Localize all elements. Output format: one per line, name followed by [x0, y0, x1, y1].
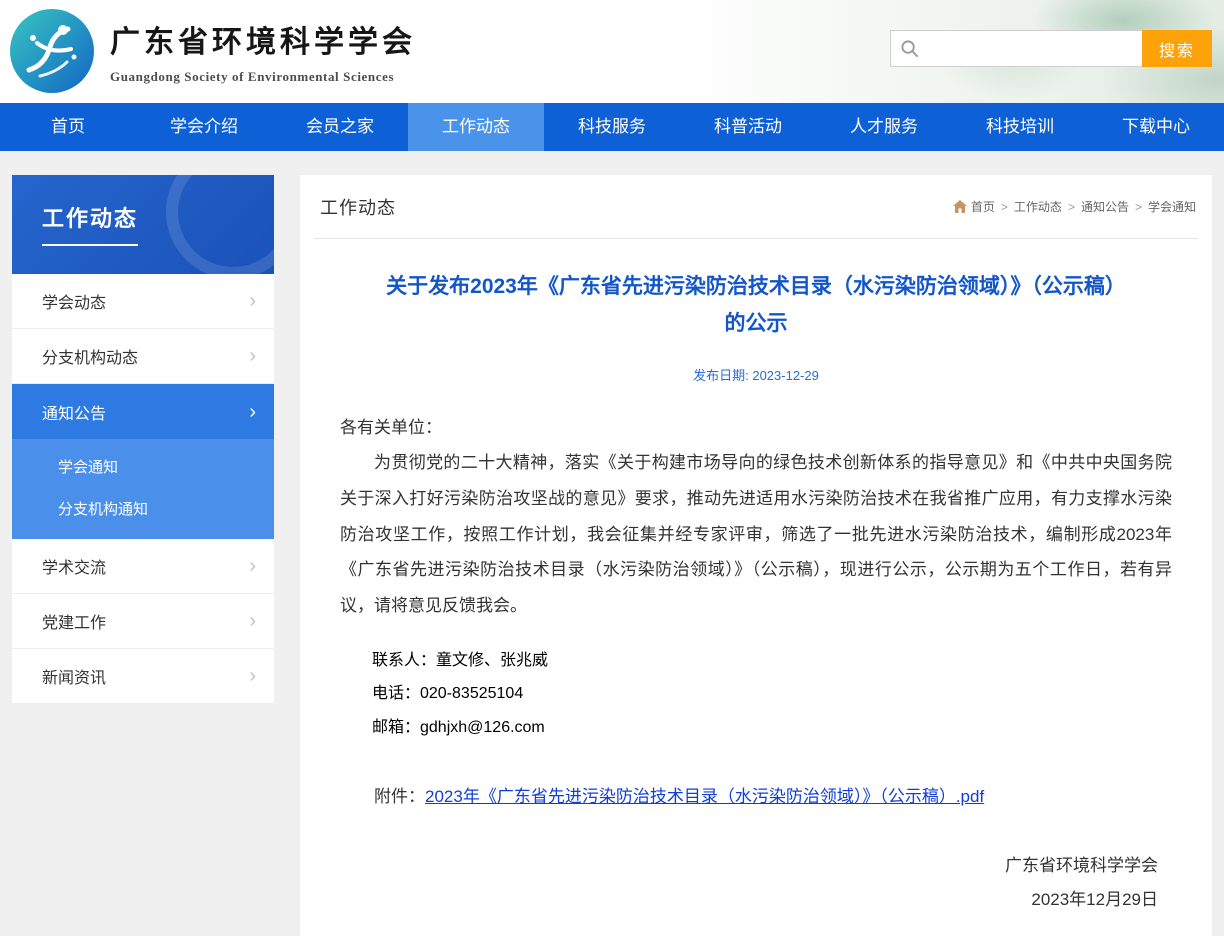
- article: 关于发布2023年《广东省先进污染防治技术目录（水污染防治领域）》（公示稿）的公…: [314, 269, 1198, 917]
- nav-item-tech-training[interactable]: 科技培训: [952, 103, 1088, 151]
- site-title: 广东省环境科学学会: [110, 17, 416, 61]
- sidebar-item-label: 学会动态: [42, 289, 106, 313]
- search-area: 搜索: [890, 30, 1212, 67]
- signature-block: 广东省环境科学学会 2023年12月29日: [340, 849, 1172, 917]
- sidebar-header: 工作动态: [12, 175, 274, 274]
- gses-logo-icon: [10, 9, 94, 93]
- chevron-right-icon: ›: [249, 402, 256, 422]
- nav-item-members[interactable]: 会员之家: [272, 103, 408, 151]
- chevron-right-icon: ›: [249, 291, 256, 311]
- nav-item-about[interactable]: 学会介绍: [136, 103, 272, 151]
- section-title: 工作动态: [320, 194, 396, 220]
- attachment-label: 附件：: [374, 787, 425, 806]
- sidebar-item-label: 新闻资讯: [42, 664, 106, 688]
- nav-item-tech-service[interactable]: 科技服务: [544, 103, 680, 151]
- sidebar-item-academic-exchange[interactable]: 学术交流 ›: [12, 539, 274, 594]
- top-nav: 首页 学会介绍 会员之家 工作动态 科技服务 科普活动 人才服务 科技培训 下载…: [0, 103, 1224, 151]
- attachment-pdf-link[interactable]: 2023年《广东省先进污染防治技术目录（水污染防治领域）》（公示稿）.pdf: [425, 787, 984, 806]
- nav-item-work-news[interactable]: 工作动态: [408, 103, 544, 151]
- nav-item-talent-service[interactable]: 人才服务: [816, 103, 952, 151]
- nav-item-downloads[interactable]: 下载中心: [1088, 103, 1224, 151]
- article-paragraph: 为贯彻党的二十大精神，落实《关于构建市场导向的绿色技术创新体系的指导意见》和《中…: [340, 445, 1172, 623]
- chevron-right-icon: ›: [249, 556, 256, 576]
- signature-date: 2023年12月29日: [340, 883, 1158, 917]
- sidebar-item-label: 通知公告: [42, 400, 106, 424]
- sidebar-item-branch-news[interactable]: 分支机构动态 ›: [12, 329, 274, 384]
- chevron-right-icon: ›: [249, 666, 256, 686]
- contact-block: 联系人：童文修、张兆威 电话：020-83525104 邮箱：gdhjxh@12…: [340, 644, 1172, 745]
- sidebar-item-label: 学术交流: [42, 554, 106, 578]
- breadcrumb-work-news[interactable]: 工作动态: [995, 198, 1062, 215]
- site-subtitle: Guangdong Society of Environmental Scien…: [110, 69, 416, 85]
- site-title-block: 广东省环境科学学会 Guangdong Society of Environme…: [110, 17, 416, 85]
- sidebar-item-society-news[interactable]: 学会动态 ›: [12, 274, 274, 329]
- sidebar-item-label: 党建工作: [42, 609, 106, 633]
- sidebar-item-news-info[interactable]: 新闻资讯 ›: [12, 649, 274, 704]
- sidebar-item-label: 分支机构动态: [42, 344, 138, 368]
- page: 广东省环境科学学会 Guangdong Society of Environme…: [0, 0, 1224, 936]
- contact-person: 联系人：童文修、张兆威: [340, 644, 1172, 678]
- home-icon: [953, 200, 967, 213]
- site-header: 广东省环境科学学会 Guangdong Society of Environme…: [0, 0, 1224, 103]
- search-icon: [900, 39, 919, 58]
- site-logo[interactable]: [10, 9, 94, 93]
- nav-item-science-popularization[interactable]: 科普活动: [680, 103, 816, 151]
- article-salutation: 各有关单位：: [340, 410, 1172, 446]
- search-input[interactable]: [890, 30, 1142, 67]
- attachment-row: 附件：2023年《广东省先进污染防治技术目录（水污染防治领域）》（公示稿）.pd…: [340, 782, 1172, 807]
- sidebar-subitem-society-notice[interactable]: 学会通知: [12, 447, 274, 489]
- contact-phone: 电话：020-83525104: [340, 677, 1172, 711]
- article-body: 各有关单位： 为贯彻党的二十大精神，落实《关于构建市场导向的绿色技术创新体系的指…: [340, 410, 1172, 624]
- signature-name: 广东省环境科学学会: [340, 849, 1158, 883]
- sidebar-submenu: 学会通知 分支机构通知: [12, 439, 274, 539]
- sidebar-item-notices[interactable]: 通知公告 ›: [12, 384, 274, 439]
- chevron-right-icon: ›: [249, 346, 256, 366]
- breadcrumb-society-notice[interactable]: 学会通知: [1129, 198, 1196, 215]
- breadcrumb-home[interactable]: 首页: [971, 198, 995, 215]
- sidebar-title: 工作动态: [42, 201, 138, 246]
- main-panel: 工作动态 首页 工作动态 通知公告 学会通知 关于发布2023年《广东省先进污染…: [300, 175, 1212, 936]
- sidebar: 工作动态 学会动态 › 分支机构动态 › 通知公告 › 学会通知 分支机构通知: [12, 175, 274, 704]
- sidebar-item-party-building[interactable]: 党建工作 ›: [12, 594, 274, 649]
- publish-date: 发布日期: 2023-12-29: [340, 365, 1172, 384]
- breadcrumb: 首页 工作动态 通知公告 学会通知: [953, 198, 1196, 215]
- breadcrumb-notices[interactable]: 通知公告: [1062, 198, 1129, 215]
- search-button[interactable]: 搜索: [1142, 30, 1212, 67]
- article-title: 关于发布2023年《广东省先进污染防治技术目录（水污染防治领域）》（公示稿）的公…: [376, 269, 1136, 343]
- chevron-right-icon: ›: [249, 611, 256, 631]
- main-header: 工作动态 首页 工作动态 通知公告 学会通知: [314, 175, 1198, 239]
- contact-email: 邮箱：gdhjxh@126.com: [340, 711, 1172, 745]
- sidebar-subitem-branch-notice[interactable]: 分支机构通知: [12, 489, 274, 531]
- sidebar-menu: 学会动态 › 分支机构动态 › 通知公告 › 学会通知 分支机构通知 学术交流: [12, 274, 274, 704]
- nav-item-home[interactable]: 首页: [0, 103, 136, 151]
- content: 工作动态 学会动态 › 分支机构动态 › 通知公告 › 学会通知 分支机构通知: [12, 175, 1212, 936]
